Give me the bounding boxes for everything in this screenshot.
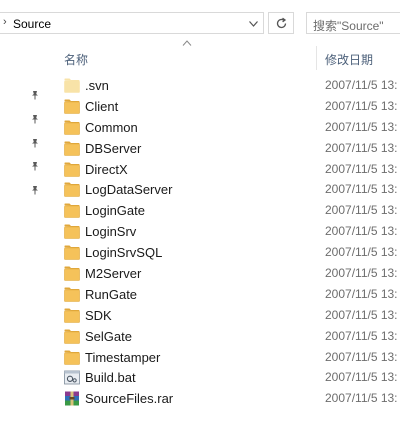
- file-row[interactable]: DBServer 2007/11/5 13:: [0, 138, 400, 159]
- file-date-modified: 2007/11/5 13:: [325, 370, 398, 385]
- folder-icon: [64, 224, 80, 240]
- file-name: Build.bat: [85, 370, 136, 386]
- file-list: .svn 2007/11/5 13: Client 2007/11/5 13: Comm…: [0, 75, 400, 409]
- file-date-modified: 2007/11/5 13:: [325, 286, 398, 301]
- file-row[interactable]: SDK 2007/11/5 13:: [0, 305, 400, 326]
- file-name: RunGate: [85, 286, 138, 302]
- column-header-name[interactable]: 名称: [64, 51, 88, 68]
- folder-icon: [64, 266, 80, 281]
- folder-icon: [64, 245, 80, 260]
- file-name: SourceFiles.rar: [85, 391, 174, 407]
- file-row[interactable]: .svn 2007/11/5 13:: [0, 75, 400, 96]
- column-separator[interactable]: [316, 46, 317, 70]
- file-date-modified: 2007/11/5 13:: [325, 182, 398, 197]
- file-name: DirectX: [85, 161, 128, 177]
- file-name: LoginGate: [85, 203, 145, 219]
- file-name: SDK: [85, 307, 112, 323]
- folder-icon: [64, 99, 80, 114]
- file-row[interactable]: Common 2007/11/5 13:: [0, 117, 400, 138]
- folder-icon: [64, 329, 80, 344]
- file-date-modified: 2007/11/5 13:: [325, 78, 398, 92]
- file-date-modified: 2007/11/5 13:: [325, 349, 398, 364]
- folder-icon: [64, 287, 80, 302]
- file-date-modified: 2007/11/5 13:: [325, 161, 398, 176]
- file-date-modified: 2007/11/5 13:: [325, 391, 398, 406]
- folder-icon: [64, 182, 80, 198]
- refresh-icon: [276, 17, 286, 28]
- file-name: Common: [85, 119, 138, 135]
- file-name: M2Server: [85, 266, 142, 282]
- file-name: Client: [85, 98, 119, 114]
- file-date-modified: 2007/11/5 13:: [325, 245, 398, 260]
- folder-icon: [64, 120, 80, 135]
- file-row[interactable]: Timestamper 2007/11/5 13:: [0, 347, 400, 368]
- column-header-date-modified[interactable]: 修改日期: [325, 51, 373, 68]
- file-row[interactable]: Client 2007/11/5 13:: [0, 96, 400, 117]
- batch-file-icon: [64, 370, 80, 385]
- file-name: .svn: [85, 78, 109, 93]
- search-placeholder: 搜索"Source": [313, 19, 384, 33]
- file-date-modified: 2007/11/5 13:: [325, 119, 398, 134]
- file-name: LogDataServer: [85, 182, 173, 198]
- rar-archive-icon: [64, 391, 80, 406]
- refresh-button[interactable]: [268, 12, 294, 34]
- file-row[interactable]: LoginGate 2007/11/5 13:: [0, 200, 400, 221]
- file-row[interactable]: LogDataServer 2007/11/5 13:: [0, 179, 400, 200]
- file-row[interactable]: LoginSrv 2007/11/5 13:: [0, 221, 400, 242]
- file-date-modified: 2007/11/5 13:: [325, 203, 398, 218]
- file-name: LoginSrv: [85, 224, 137, 240]
- column-header-row: 名称 修改日期: [0, 40, 400, 70]
- file-row[interactable]: Build.bat 2007/11/5 13:: [0, 367, 400, 388]
- file-name: DBServer: [85, 140, 142, 156]
- file-row[interactable]: M2Server 2007/11/5 13:: [0, 263, 400, 284]
- folder-icon: [64, 308, 80, 323]
- address-toolbar: › Source 搜索"Source": [0, 0, 400, 46]
- file-name: Timestamper: [85, 349, 161, 365]
- breadcrumb-chevron-icon[interactable]: ›: [3, 16, 7, 28]
- folder-icon: [64, 162, 80, 177]
- file-row[interactable]: RunGate 2007/11/5 13:: [0, 284, 400, 305]
- file-row[interactable]: SourceFiles.rar 2007/11/5 13:: [0, 388, 400, 409]
- search-input[interactable]: 搜索"Source": [306, 12, 400, 34]
- folder-icon: [64, 203, 80, 219]
- file-row[interactable]: DirectX 2007/11/5 13:: [0, 159, 400, 180]
- folder-icon: [64, 141, 80, 156]
- file-date-modified: 2007/11/5 13:: [325, 266, 398, 281]
- file-date-modified: 2007/11/5 13:: [325, 140, 398, 155]
- file-row[interactable]: SelGate 2007/11/5 13:: [0, 326, 400, 347]
- file-name: SelGate: [85, 328, 132, 344]
- sort-ascending-icon: [182, 40, 192, 46]
- file-date-modified: 2007/11/5 13:: [325, 307, 398, 322]
- file-date-modified: 2007/11/5 13:: [325, 224, 398, 239]
- file-name: LoginSrvSQL: [85, 245, 163, 261]
- file-date-modified: 2007/11/5 13:: [325, 328, 398, 343]
- address-dropdown-icon[interactable]: [245, 16, 261, 32]
- address-bar[interactable]: › Source: [0, 12, 264, 34]
- address-path[interactable]: Source: [13, 17, 51, 31]
- folder-icon: [64, 350, 80, 365]
- file-row[interactable]: LoginSrvSQL 2007/11/5 13:: [0, 242, 400, 263]
- file-date-modified: 2007/11/5 13:: [325, 98, 398, 113]
- folder-icon: [64, 78, 80, 93]
